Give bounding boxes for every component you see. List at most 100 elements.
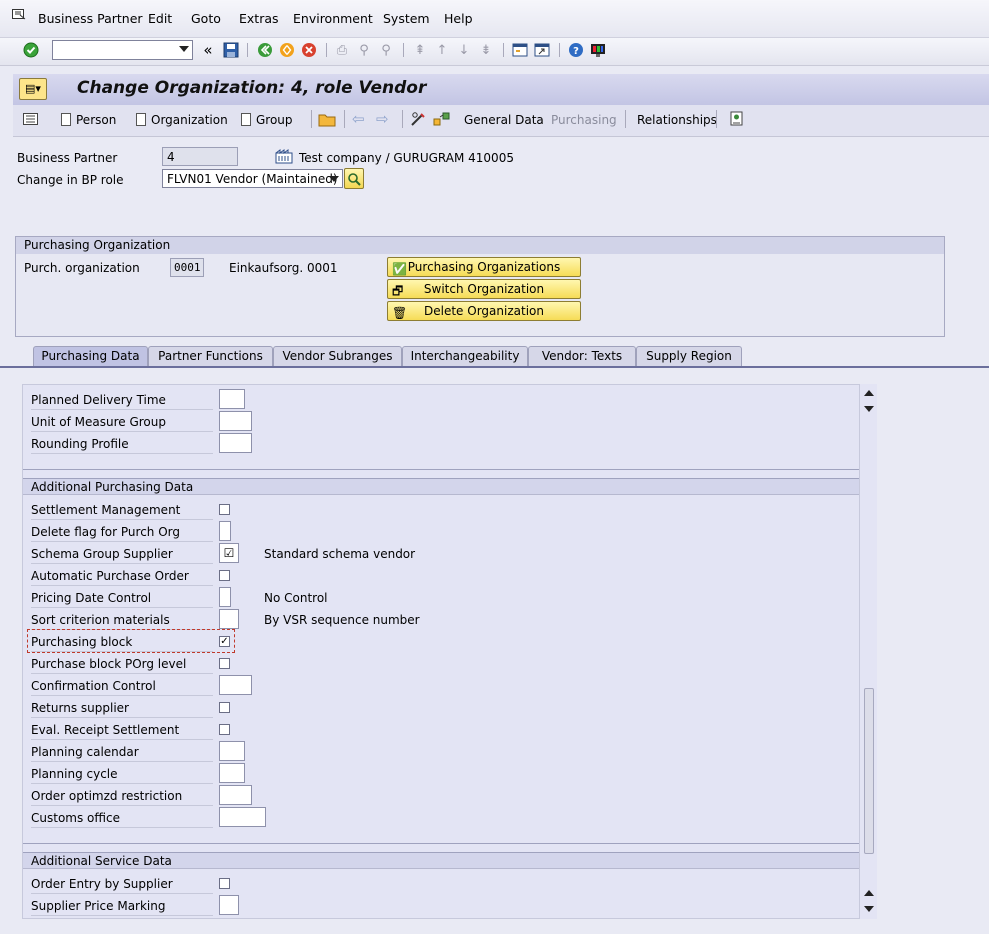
create-person-button[interactable]: Person [61, 113, 116, 127]
exit-icon[interactable] [278, 41, 296, 59]
purchasing-block-checkbox[interactable]: ✓ [219, 636, 230, 647]
tab-vendor-subranges[interactable]: Vendor Subranges [273, 346, 402, 367]
purchasing-data-panel[interactable]: Planned Delivery Time Unit of Measure Gr… [22, 384, 860, 919]
display-change-icon[interactable] [410, 111, 428, 130]
business-partner-icon[interactable]: ▤▾ [19, 78, 47, 100]
automatic-purchase-order-checkbox[interactable] [219, 570, 230, 581]
purchasing-organization-title: Purchasing Organization [16, 237, 944, 254]
planned-delivery-time-field[interactable] [219, 389, 245, 409]
general-data-button[interactable]: General Data [464, 113, 544, 127]
cancel-icon[interactable] [300, 41, 318, 59]
scroll-up-icon[interactable] [864, 890, 874, 896]
previous-arrow-icon[interactable]: ⇦ [352, 110, 365, 128]
menu-toggle-icon[interactable] [12, 9, 26, 21]
sort-criterion-label: Sort criterion materials [31, 610, 213, 630]
switch-organization-button[interactable]: 🗗 Switch Organization [387, 279, 581, 299]
settlement-management-checkbox[interactable] [219, 504, 230, 515]
customize-layout-icon[interactable] [589, 41, 607, 59]
first-page-icon[interactable]: ⇞ [411, 41, 429, 59]
delete-organization-button[interactable]: 🗑 Delete Organization [387, 301, 581, 321]
unit-of-measure-group-field[interactable] [219, 411, 252, 431]
delete-flag-field[interactable] [219, 521, 231, 541]
purchase-block-porg-label: Purchase block POrg level [31, 654, 213, 674]
sort-criterion-field[interactable] [219, 609, 239, 629]
order-optimzd-restriction-field[interactable] [219, 785, 252, 805]
section-divider [23, 469, 859, 470]
tab-purchasing-data[interactable]: Purchasing Data [33, 346, 148, 367]
create-person-label: Person [76, 113, 117, 127]
separator [311, 110, 312, 128]
back-icon[interactable] [256, 41, 274, 59]
trash-icon: 🗑 [392, 306, 408, 320]
returns-supplier-checkbox[interactable] [219, 702, 230, 713]
tab-strip: Purchasing Data Partner Functions Vendor… [0, 346, 989, 367]
schema-group-supplier-field[interactable]: ☑ [219, 543, 239, 563]
find-icon[interactable]: ⚲ [355, 41, 373, 59]
separator [716, 110, 717, 128]
automatic-purchase-order-label: Automatic Purchase Order [31, 566, 213, 586]
order-entry-by-supplier-label: Order Entry by Supplier [31, 874, 213, 894]
schema-group-supplier-description: Standard schema vendor [264, 547, 416, 561]
save-icon[interactable] [222, 41, 240, 59]
tab-supply-region[interactable]: Supply Region [636, 346, 742, 367]
tab-interchangeability[interactable]: Interchangeability [402, 346, 528, 367]
switch-view-icon[interactable] [433, 111, 451, 130]
bp-role-select[interactable]: FLVN01 Vendor (Maintained) [162, 169, 343, 188]
scroll-down-icon[interactable] [864, 906, 874, 912]
confirmation-control-field[interactable] [219, 675, 252, 695]
menu-goto[interactable]: Goto [191, 11, 221, 26]
shortcut-icon[interactable] [533, 41, 551, 59]
separator [344, 110, 345, 128]
purchasing-organizations-button[interactable]: ✅ Purchasing Organizations [387, 257, 581, 277]
menu-edit[interactable]: Edit [148, 11, 172, 26]
purchase-block-porg-checkbox[interactable] [219, 658, 230, 669]
next-arrow-icon[interactable]: ⇨ [376, 110, 389, 128]
supplier-price-marking-field[interactable] [219, 895, 239, 915]
planning-cycle-field[interactable] [219, 763, 245, 783]
business-partner-field: 4 [162, 147, 238, 166]
planning-calendar-field[interactable] [219, 741, 245, 761]
previous-page-icon[interactable]: ↑ [433, 41, 451, 59]
planned-delivery-time-label: Planned Delivery Time [31, 390, 213, 410]
help-icon[interactable]: ? [567, 41, 585, 59]
menu-extras[interactable]: Extras [239, 11, 279, 26]
bp-overview-icon[interactable] [23, 113, 38, 128]
enter-check-icon[interactable] [22, 41, 40, 59]
menu-help[interactable]: Help [444, 11, 473, 26]
eval-receipt-settlement-label: Eval. Receipt Settlement [31, 720, 213, 740]
open-folder-icon[interactable] [318, 111, 336, 130]
scroll-down-icon[interactable] [864, 406, 874, 412]
scroll-thumb[interactable] [864, 688, 874, 854]
relationships-button[interactable]: Relationships [637, 113, 717, 127]
create-group-button[interactable]: Group [241, 113, 293, 127]
print-icon[interactable]: ⎙ [333, 41, 351, 59]
tab-partner-functions[interactable]: Partner Functions [148, 346, 273, 367]
create-session-icon[interactable] [511, 41, 529, 59]
customs-office-field[interactable] [219, 807, 266, 827]
scroll-up-icon[interactable] [864, 390, 874, 396]
eval-receipt-settlement-checkbox[interactable] [219, 724, 230, 735]
business-partner-description: Test company / GURUGRAM 410005 [299, 151, 514, 165]
rounding-profile-field[interactable] [219, 433, 252, 453]
menu-environment[interactable]: Environment [293, 11, 373, 26]
chevron-down-icon[interactable] [329, 176, 339, 182]
tab-vendor-texts[interactable]: Vendor: Texts [528, 346, 636, 367]
pricing-date-control-field[interactable] [219, 587, 231, 607]
additional-purchasing-data-title: Additional Purchasing Data [23, 478, 859, 495]
order-entry-by-supplier-checkbox[interactable] [219, 878, 230, 889]
vertical-scrollbar[interactable] [860, 384, 877, 919]
purchasing-button[interactable]: Purchasing [551, 113, 617, 127]
chevron-down-icon[interactable] [179, 46, 189, 52]
menu-business-partner[interactable]: Business Partner [38, 11, 143, 26]
settlement-management-label: Settlement Management [31, 500, 213, 520]
collapse-toolbar-icon[interactable]: « [199, 41, 217, 59]
role-lookup-icon[interactable] [344, 168, 364, 189]
menu-system[interactable]: System [383, 11, 430, 26]
additional-icon[interactable] [729, 111, 745, 130]
last-page-icon[interactable]: ⇟ [477, 41, 495, 59]
next-page-icon[interactable]: ↓ [455, 41, 473, 59]
delete-organization-label: Delete Organization [424, 304, 544, 318]
command-field[interactable] [52, 40, 193, 60]
find-next-icon[interactable]: ⚲ [377, 41, 395, 59]
create-organization-button[interactable]: Organization [136, 113, 228, 127]
